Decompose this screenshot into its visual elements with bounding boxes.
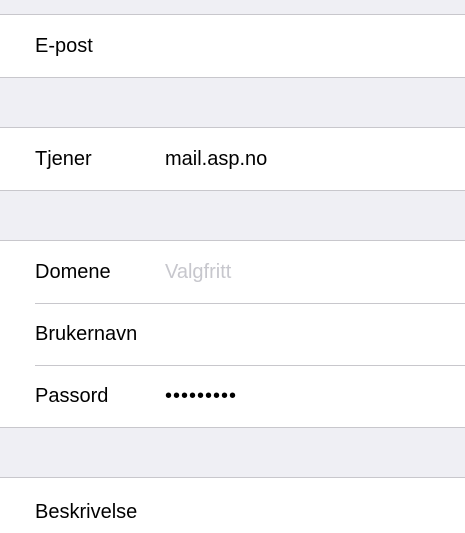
username-label: Brukernavn <box>35 322 138 345</box>
domain-row[interactable]: Domene <box>0 241 465 303</box>
password-row[interactable]: Passord ••••••••• <box>0 365 465 427</box>
section-spacer <box>0 78 465 127</box>
domain-label: Domene <box>35 260 111 283</box>
password-label: Passord <box>35 384 109 407</box>
credentials-group: Domene Brukernavn Passord ••••••••• <box>0 240 465 428</box>
email-row[interactable]: E-post <box>0 15 465 77</box>
server-row[interactable]: Tjener <box>0 128 465 190</box>
email-label: E-post <box>35 34 93 57</box>
server-label: Tjener <box>35 147 92 170</box>
password-input[interactable]: ••••••••• <box>165 385 455 408</box>
username-row[interactable]: Brukernavn <box>0 303 465 365</box>
section-spacer <box>0 191 465 240</box>
description-label: Beskrivelse <box>35 501 138 523</box>
exchange-account-settings-screen: E-post Tjener Domene Brukernavn Passord … <box>0 0 465 533</box>
server-input[interactable] <box>165 147 455 171</box>
description-row[interactable]: Beskrivelse <box>0 478 465 533</box>
top-strip <box>0 0 465 15</box>
domain-input[interactable] <box>165 260 455 284</box>
email-group: E-post <box>0 0 465 78</box>
server-group: Tjener <box>0 127 465 191</box>
username-input[interactable] <box>165 322 455 346</box>
description-group: Beskrivelse <box>0 477 465 533</box>
section-spacer <box>0 428 465 477</box>
